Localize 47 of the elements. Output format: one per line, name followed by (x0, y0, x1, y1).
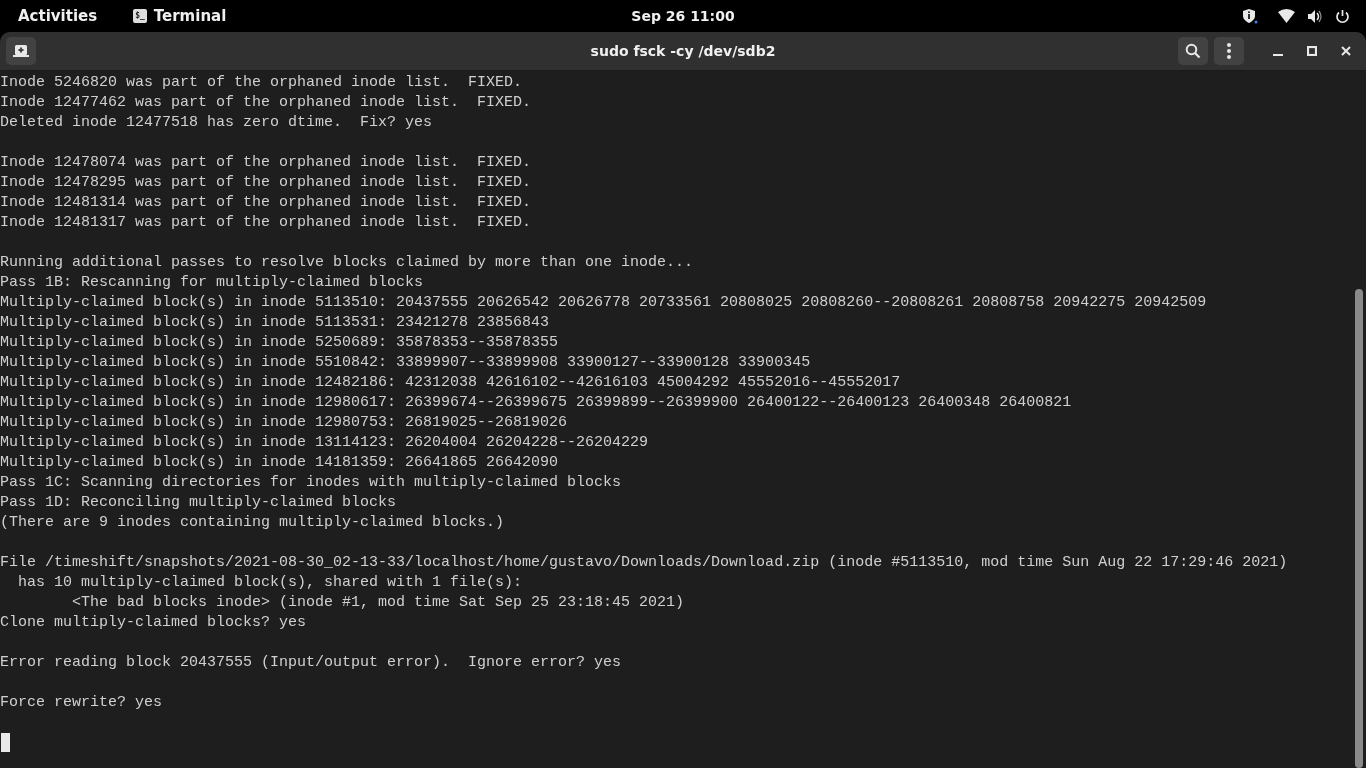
terminal-line: Multiply-claimed block(s) in inode 13114123: 26204004 26204228--26204229 (0, 433, 650, 453)
new-tab-button[interactable] (6, 37, 36, 65)
terminal-line: Multiply-claimed block(s) in inode 5510842: 33899907--33899908 33900127--33900128 33900345 (0, 353, 812, 373)
terminal-line: Deleted inode 12477518 has zero dtime. Fix? yes (0, 113, 434, 133)
terminal-line: Inode 5246820 was part of the orphaned inode list. FIXED. (0, 73, 524, 93)
scrollbar-thumb[interactable] (1355, 289, 1363, 768)
close-icon (1341, 46, 1351, 56)
terminal-line: Multiply-claimed block(s) in inode 12980753: 26819025--26819026 (0, 413, 569, 433)
clock[interactable]: Sep 26 11:00 (631, 8, 735, 24)
terminal-line: has 10 multiply-claimed block(s), shared with 1 file(s): (17, 573, 524, 593)
terminal-line: Multiply-claimed block(s) in inode 5250689: 35878353--35878355 (0, 333, 560, 353)
menu-icon (1226, 42, 1232, 60)
terminal-line: Force rewrite? yes (0, 693, 164, 713)
terminal-line: Error reading block 20437555 (Input/output error). Ignore error? yes (0, 653, 623, 673)
shield-icon[interactable] (1242, 8, 1258, 24)
terminal-line: Inode 12481317 was part of the orphaned inode list. FIXED. (0, 213, 533, 233)
window-title: sudo fsck -cy /dev/sdb2 (590, 43, 776, 59)
search-button[interactable] (1178, 37, 1208, 65)
terminal-line: Running additional passes to resolve blocks claimed by more than one inode... (0, 253, 695, 273)
volume-icon[interactable] (1307, 8, 1323, 24)
new-tab-icon (13, 44, 29, 58)
terminal-line: Clone multiply-claimed blocks? yes (0, 613, 308, 633)
power-icon[interactable] (1335, 8, 1350, 24)
menu-button[interactable] (1214, 37, 1244, 65)
terminal-line: Multiply-claimed block(s) in inode 12482186: 42312038 42616102--42616103 45004292 45552016--45552017 (0, 373, 902, 393)
terminal-line: <The bad blocks inode> (inode #1, mod time Sat Sep 25 23:18:45 2021) (71, 593, 686, 613)
terminal-line: Pass 1B: Rescanning for multiply-claimed blocks (0, 273, 425, 293)
terminal-line: Multiply-claimed block(s) in inode 12980617: 26399674--26399675 26399899--26399900 26400122--26400123 26400348 26400821 (0, 393, 1073, 413)
terminal-line: (There are 9 inodes containing multiply-claimed blocks.) (0, 513, 506, 533)
activities-button[interactable]: Activities (18, 7, 98, 25)
terminal-app-icon: $_ (133, 9, 147, 23)
terminal-line: Inode 12477462 was part of the orphaned inode list. FIXED. (0, 93, 533, 113)
terminal-line: Pass 1D: Reconciling multiply-claimed blocks (0, 493, 398, 513)
minimize-icon (1273, 54, 1283, 56)
search-icon (1185, 43, 1201, 59)
app-menu-label[interactable]: Terminal (153, 7, 227, 25)
terminal-line: Inode 12478074 was part of the orphaned inode list. FIXED. (0, 153, 533, 173)
terminal-line: File /timeshift/snapshots/2021-08-30_02-13-33/localhost/home/gustavo/Downloads/Download.zip (inode #5113510, mod time Sun Aug 22 17:29:46 2021) (0, 553, 1289, 573)
text-cursor (1, 733, 10, 752)
terminal-line: Inode 12481314 was part of the orphaned inode list. FIXED. (0, 193, 533, 213)
maximize-icon (1307, 46, 1317, 56)
terminal-line: Multiply-claimed block(s) in inode 14181359: 26641865 26642090 (0, 453, 560, 473)
terminal-line: Pass 1C: Scanning directories for inodes with multiply-claimed blocks (0, 473, 623, 493)
wifi-icon[interactable] (1278, 9, 1295, 23)
terminal-line: Multiply-claimed block(s) in inode 5113510: 20437555 20626542 20626778 20733561 20808025 20808260--20808261 20808758 20942275 20942509 (0, 293, 1208, 313)
terminal-line: Multiply-claimed block(s) in inode 5113531: 23421278 23856843 (0, 313, 551, 333)
terminal-line: Inode 12478295 was part of the orphaned inode list. FIXED. (0, 173, 533, 193)
